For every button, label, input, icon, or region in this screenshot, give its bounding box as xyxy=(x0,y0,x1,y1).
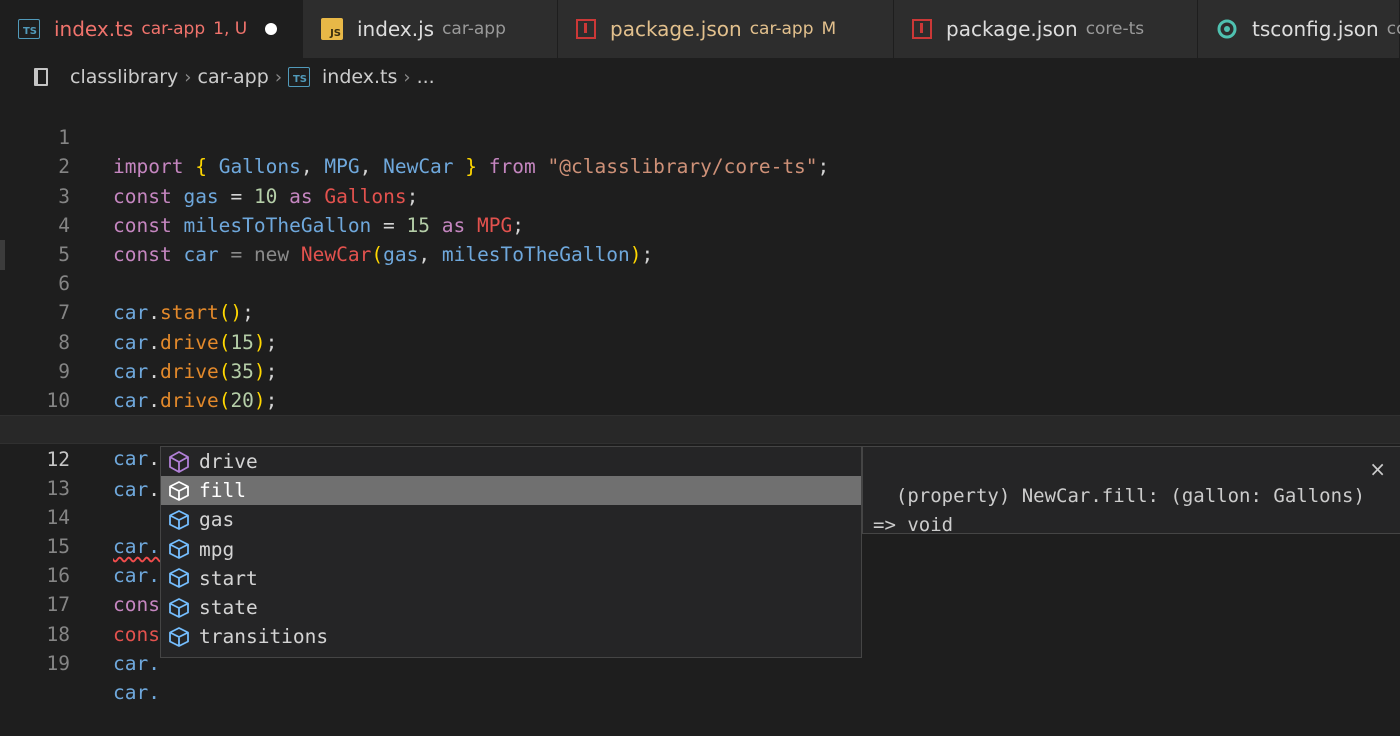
code-line[interactable]: 9 car.drive(20); xyxy=(0,328,1400,412)
tab-filename: index.ts xyxy=(54,17,134,41)
line-number: 19 xyxy=(46,651,70,675)
suggestion-signature: (property) NewCar.fill: (gallon: Gallons… xyxy=(873,485,1365,536)
tab-filename: index.js xyxy=(357,17,435,41)
tab-description: co xyxy=(1386,19,1400,39)
tab-tsconfig-json[interactable]: tsconfig.json co xyxy=(1198,0,1400,58)
breadcrumb: classlibrary › car-app › TS index.ts › .… xyxy=(0,58,1400,96)
suggestion-label: transitions xyxy=(199,625,329,649)
tab-status: M xyxy=(821,19,837,39)
suggestion-mpg[interactable]: mpg xyxy=(161,535,861,564)
chevron-right-icon: › xyxy=(184,66,192,88)
code-line[interactable]: 3 const milesToTheGallon = 15 as MPG; xyxy=(0,152,1400,237)
code-line-current[interactable]: 12 car. xyxy=(0,415,1400,503)
close-icon[interactable]: × xyxy=(1369,455,1386,484)
tab-filename: package.json xyxy=(610,17,742,41)
tab-filename: tsconfig.json xyxy=(1252,17,1379,41)
breadcrumb-folder[interactable]: car-app xyxy=(198,66,269,88)
ts-file-icon: TS xyxy=(18,19,40,39)
tab-package-json-core-ts[interactable]: package.json core-ts xyxy=(894,0,1198,58)
suggestion-label: state xyxy=(199,596,258,620)
repo-book-icon xyxy=(34,68,48,86)
tab-description: car-app xyxy=(442,19,506,39)
suggestion-label: mpg xyxy=(199,537,235,561)
tab-status: 1, U xyxy=(213,19,248,39)
property-box-icon xyxy=(169,539,189,560)
suggestion-state[interactable]: state xyxy=(161,593,861,622)
ts-file-icon: TS xyxy=(288,67,311,87)
suggestion-start[interactable]: start xyxy=(161,564,861,593)
tab-index-js-car-app[interactable]: JS index.js car-app xyxy=(303,0,558,58)
npm-package-icon xyxy=(912,19,932,39)
suggestion-label: gas xyxy=(199,508,235,532)
breadcrumb-symbols[interactable]: ... xyxy=(417,66,435,88)
breadcrumb-root[interactable]: classlibrary xyxy=(70,66,178,88)
suggestion-details: (property) NewCar.fill: (gallon: Gallons… xyxy=(862,446,1400,536)
property-box-icon xyxy=(169,510,189,530)
suggestion-drive[interactable]: drive xyxy=(161,447,861,476)
code-line[interactable]: 4 const car = new NewCar(gas, milesToThe… xyxy=(0,182,1400,266)
tab-bar: TS index.ts car-app 1, U JS index.js car… xyxy=(0,0,1400,58)
tab-filename: package.json xyxy=(946,17,1078,41)
chevron-right-icon: › xyxy=(403,66,411,88)
suggestion-label: fill xyxy=(199,479,246,503)
tab-index-ts-car-app[interactable]: TS index.ts car-app 1, U xyxy=(0,0,303,58)
suggestion-fill[interactable]: fill xyxy=(161,476,861,506)
property-box-icon xyxy=(169,597,189,618)
code-line[interactable]: 11 car.drive(35); xyxy=(0,386,1400,470)
autocomplete-suggestions[interactable]: drive fill gas mpg start state transitio… xyxy=(160,446,862,658)
tab-description: core-ts xyxy=(1085,19,1145,39)
property-box-icon xyxy=(169,626,189,647)
npm-package-icon xyxy=(576,19,596,39)
code-line[interactable]: 6 car.start(); xyxy=(0,240,1400,324)
code-line[interactable]: 8 car.drive(35); xyxy=(0,298,1400,383)
code-line[interactable]: 1 import { Gallons, MPG, NewCar } from "… xyxy=(0,94,1400,178)
property-box-icon xyxy=(169,568,189,589)
unsaved-dot-icon[interactable] xyxy=(265,23,278,35)
suggestion-label: start xyxy=(199,566,258,590)
suggestion-gas[interactable]: gas xyxy=(161,505,861,534)
suggestion-label: drive xyxy=(199,450,258,474)
code-line[interactable]: 2 const gas = 10 as Gallons; xyxy=(0,123,1400,207)
js-file-icon: JS xyxy=(321,18,343,40)
chevron-right-icon: › xyxy=(274,66,283,88)
tsconfig-icon xyxy=(1216,18,1238,40)
tab-description: car-app xyxy=(141,19,206,39)
code-line[interactable]: 7 car.drive(15); xyxy=(0,269,1400,353)
property-box-icon xyxy=(169,480,189,501)
breadcrumb-file[interactable]: index.ts xyxy=(322,66,397,88)
method-cube-icon xyxy=(169,450,189,473)
code-line[interactable]: 5 xyxy=(0,211,1400,266)
suggestion-transitions[interactable]: transitions xyxy=(161,622,861,651)
code-line[interactable]: 10 car.drive(30); xyxy=(0,357,1400,441)
tab-package-json-car-app[interactable]: package.json car-app M xyxy=(558,0,894,58)
tab-description: car-app xyxy=(749,19,814,39)
